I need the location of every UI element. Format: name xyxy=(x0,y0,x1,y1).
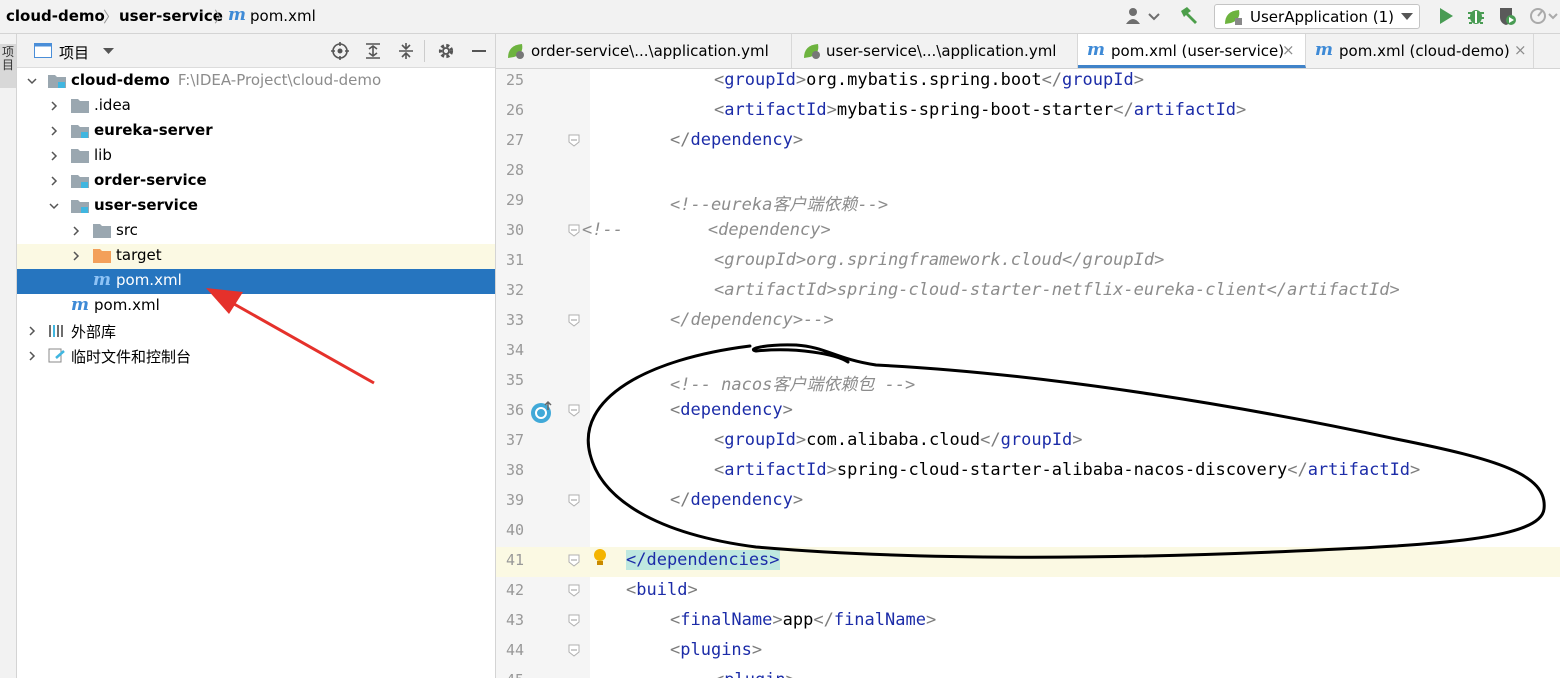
tab-label: pom.xml (cloud-demo) xyxy=(1339,42,1510,60)
tab-label: order-service\...\application.yml xyxy=(531,42,769,60)
breadcrumb-file[interactable]: pom.xml xyxy=(250,7,316,25)
spring-yml-icon xyxy=(802,42,822,60)
maven-file-icon: m xyxy=(1315,40,1333,60)
maven-file-icon: m xyxy=(1087,40,1105,60)
editor-tab-bar: order-service\...\application.yml user-s… xyxy=(496,34,1560,69)
breadcrumb-separator: 〉 xyxy=(103,8,119,26)
tab-label: user-service\...\application.yml xyxy=(826,42,1057,60)
breadcrumb-root[interactable]: cloud-demo xyxy=(6,7,105,25)
code-editor[interactable]: 25 <groupId>org.mybatis.spring.boot</grou… xyxy=(496,69,1560,678)
spring-boot-icon xyxy=(1223,8,1243,26)
vcs-user-icon[interactable] xyxy=(1124,5,1160,27)
navigation-bar: cloud-demo 〉 user-service 〉 m pom.xml Us… xyxy=(0,0,1560,34)
debug-bug-icon[interactable] xyxy=(1465,5,1487,27)
red-annotation-arrow xyxy=(206,288,375,385)
run-configuration-label: UserApplication (1) xyxy=(1250,8,1395,26)
profiler-icon[interactable] xyxy=(1528,5,1558,27)
tab-order-service-application-yml[interactable]: order-service\...\application.yml xyxy=(496,34,792,68)
maven-file-icon: m xyxy=(228,5,246,25)
project-panel: 项目 cloud-demo F:\IDEA-Project\cloud-demo … xyxy=(17,34,495,678)
run-configuration-select[interactable]: UserApplication (1) xyxy=(1214,4,1420,29)
tab-user-service-application-yml[interactable]: user-service\...\application.yml xyxy=(792,34,1078,68)
tab-pom-cloud-demo[interactable]: m pom.xml (cloud-demo) × xyxy=(1306,34,1534,68)
run-icon[interactable] xyxy=(1435,5,1457,27)
project-tool-window-button[interactable]: 项目 xyxy=(0,44,16,88)
project-tool-window-label: 项目 xyxy=(2,45,15,72)
tab-pom-user-service[interactable]: m pom.xml (user-service) × xyxy=(1078,34,1306,68)
black-annotation-circle xyxy=(586,343,1546,559)
tab-label: pom.xml (user-service) xyxy=(1111,42,1285,60)
build-hammer-icon[interactable] xyxy=(1178,5,1200,27)
breadcrumb-separator: 〉 xyxy=(214,8,230,26)
coverage-shield-icon[interactable] xyxy=(1496,5,1518,27)
close-icon[interactable]: × xyxy=(1514,41,1527,59)
chevron-down-icon xyxy=(1401,13,1413,21)
close-icon[interactable]: × xyxy=(1282,41,1295,59)
tool-window-strip: 项目 xyxy=(0,34,17,678)
breadcrumb-module[interactable]: user-service xyxy=(119,7,223,25)
spring-yml-icon xyxy=(506,42,526,60)
